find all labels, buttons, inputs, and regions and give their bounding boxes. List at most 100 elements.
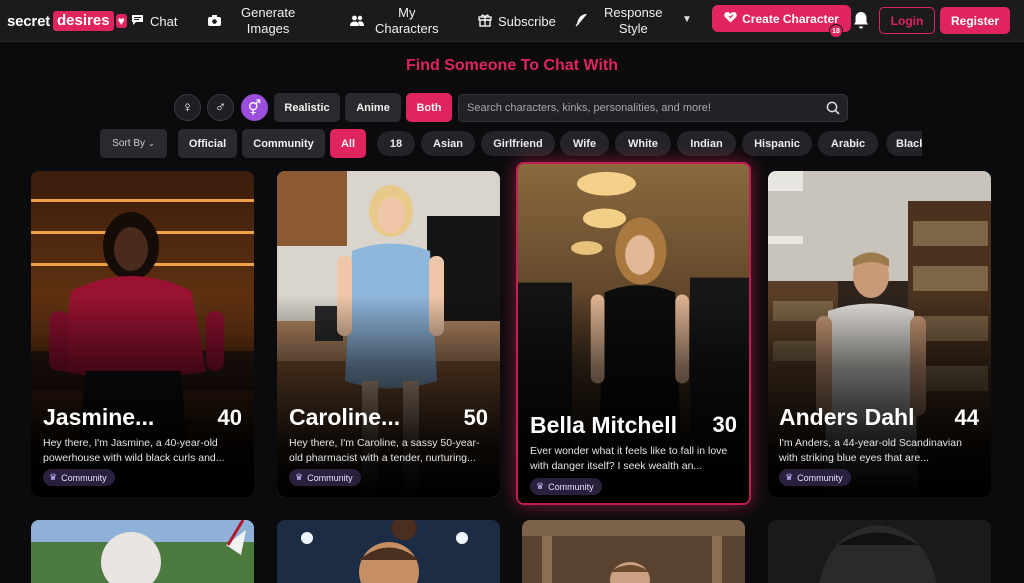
- tag-black[interactable]: Black: [886, 131, 922, 156]
- card-description: Hey there, I'm Jasmine, a 40-year-old po…: [43, 437, 225, 464]
- nav-characters-line2: Characters: [375, 21, 439, 36]
- create-character-label: Create Character: [742, 11, 839, 26]
- card-badge-label: Community: [548, 481, 594, 492]
- search-icon[interactable]: [826, 101, 840, 115]
- card-badge-label: Community: [61, 472, 107, 483]
- card-name: Caroline...: [289, 404, 401, 430]
- character-card-featured[interactable]: Bella Mitchell 30 Ever wonder what it fe…: [516, 162, 751, 505]
- nav-generate-images[interactable]: Generate Images: [208, 0, 295, 42]
- search-input[interactable]: [467, 95, 817, 121]
- source-official-button[interactable]: Official: [178, 129, 237, 158]
- logo[interactable]: secret desires ♥: [7, 10, 127, 32]
- card-age: 40: [217, 405, 242, 430]
- character-card[interactable]: Caroline... 50 Hey there, I'm Caroline, …: [277, 171, 500, 497]
- nav-response-label: Response Style: [604, 5, 663, 37]
- crown-icon: ♛: [536, 481, 545, 491]
- female-icon: ♀: [181, 99, 194, 116]
- sort-dropdown[interactable]: Sort By ⌄: [100, 129, 167, 158]
- tag-scroller: Black: [886, 131, 922, 156]
- gift-icon: [478, 13, 492, 30]
- gender-male-button[interactable]: ♂: [207, 94, 234, 121]
- card-age: 44: [954, 405, 979, 430]
- login-button[interactable]: Login: [879, 7, 935, 34]
- character-card[interactable]: [522, 520, 745, 583]
- card-badge-label: Community: [797, 472, 843, 483]
- page-title: Find Someone To Chat With: [406, 57, 618, 74]
- feather-icon: [575, 13, 588, 30]
- chevron-down-icon: ⌄: [148, 139, 155, 148]
- nav-chat[interactable]: Chat: [131, 0, 177, 42]
- character-card[interactable]: [277, 520, 500, 583]
- crown-icon: ♛: [49, 472, 58, 482]
- tag-arabic[interactable]: Arabic: [818, 131, 878, 156]
- gender-female-button[interactable]: ♀: [174, 94, 201, 121]
- character-card[interactable]: Jasmine... 40 Hey there, I'm Jasmine, a …: [31, 171, 254, 497]
- male-icon: ♂: [214, 99, 227, 116]
- bell-icon[interactable]: [852, 10, 870, 30]
- nav-response-style[interactable]: Response Style: [575, 0, 663, 42]
- logo-heart-icon: ♥: [115, 14, 127, 28]
- nav-characters-label: My Characters: [375, 5, 439, 37]
- logo-word-desires-text: desires: [57, 12, 110, 29]
- sort-label: Sort By: [112, 138, 146, 149]
- style-realistic-button[interactable]: Realistic: [274, 93, 340, 122]
- card-age: 30: [712, 412, 737, 437]
- card-badge-label: Community: [307, 472, 353, 483]
- tag-wife[interactable]: Wife: [560, 131, 609, 156]
- style-both-button[interactable]: Both: [406, 93, 452, 122]
- nav-generate-line1: Generate: [241, 5, 296, 20]
- character-image: [522, 520, 745, 583]
- character-image: [768, 520, 991, 583]
- character-card[interactable]: [768, 520, 991, 583]
- card-community-badge: ♛ Community: [779, 469, 851, 486]
- card-gradient: [277, 294, 500, 497]
- tag-hispanic[interactable]: Hispanic: [742, 131, 812, 156]
- age-badge: 18: [829, 24, 843, 38]
- camera-icon: [208, 14, 221, 29]
- logo-word-secret: secret: [7, 12, 51, 30]
- crown-icon: ♛: [295, 472, 304, 482]
- logo-word-desires: desires: [53, 11, 114, 31]
- card-description: Ever wonder what it feels like to fall i…: [530, 445, 728, 472]
- card-name: Bella Mitchell: [530, 412, 677, 438]
- card-community-badge: ♛ Community: [43, 469, 115, 486]
- card-name: Jasmine...: [43, 404, 155, 430]
- card-community-badge: ♛ Community: [289, 469, 361, 486]
- card-name: Anders Dahl: [779, 404, 915, 430]
- card-description: Hey there, I'm Caroline, a sassy 50-year…: [289, 437, 480, 464]
- users-icon: [350, 14, 364, 29]
- card-age: 50: [463, 405, 488, 430]
- heart-icon: [724, 11, 737, 26]
- nav-response-line1: Response: [604, 5, 663, 20]
- nav-characters-line1: My: [398, 5, 416, 20]
- tag-white[interactable]: White: [615, 131, 671, 156]
- source-community-button[interactable]: Community: [242, 129, 325, 158]
- character-image: [31, 520, 254, 583]
- card-gradient: [31, 294, 254, 497]
- nav-generate-label: Generate Images: [241, 5, 295, 37]
- card-description: I'm Anders, a 44-year-old Scandinavian w…: [779, 437, 962, 464]
- chat-icon: [131, 14, 144, 29]
- gender-both-button[interactable]: ⚥: [241, 94, 268, 121]
- response-style-caret-icon[interactable]: ▼: [682, 14, 692, 25]
- nav-my-characters[interactable]: My Characters: [350, 0, 439, 42]
- top-navbar: secret desires ♥ Chat Generate Images My…: [0, 0, 1024, 42]
- nav-response-line2: Style: [618, 21, 648, 36]
- style-anime-button[interactable]: Anime: [345, 93, 401, 122]
- character-image: [277, 520, 500, 583]
- nav-subscribe-label: Subscribe: [498, 13, 556, 29]
- character-card[interactable]: Anders Dahl 44 I'm Anders, a 44-year-old…: [768, 171, 991, 497]
- tag-girlfriend[interactable]: Girlfriend: [481, 131, 555, 156]
- nav-generate-line2: Images: [246, 21, 290, 36]
- crown-icon: ♛: [785, 472, 794, 482]
- tag-all-button[interactable]: All: [330, 129, 366, 158]
- search-box: [458, 94, 848, 122]
- card-gradient: [768, 294, 991, 497]
- tag-asian[interactable]: Asian: [421, 131, 475, 156]
- tag-18[interactable]: 18: [377, 131, 415, 156]
- tag-indian[interactable]: Indian: [677, 131, 736, 156]
- register-button[interactable]: Register: [940, 7, 1010, 34]
- card-community-badge: ♛ Community: [530, 478, 602, 495]
- nav-subscribe[interactable]: Subscribe: [478, 0, 556, 42]
- character-card[interactable]: [31, 520, 254, 583]
